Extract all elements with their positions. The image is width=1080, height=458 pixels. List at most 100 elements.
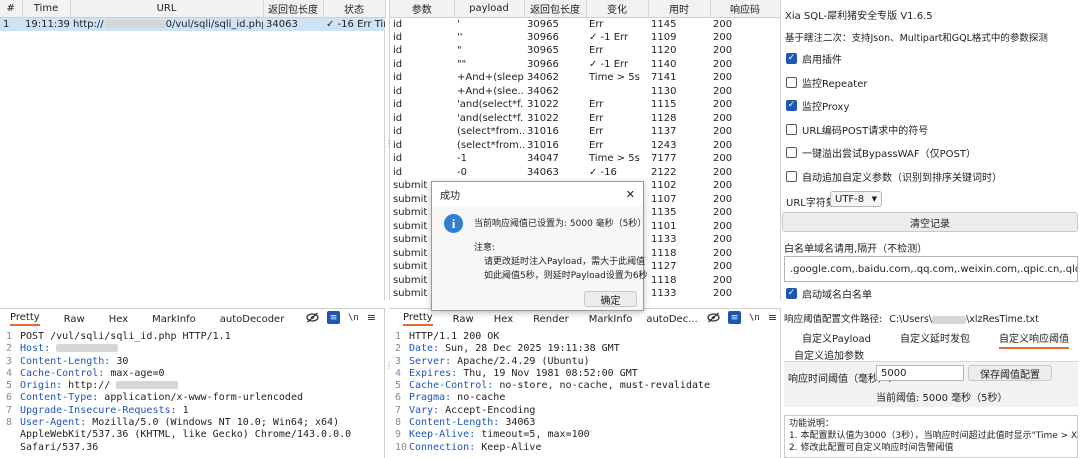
option-checkbox[interactable]: ✓ 启用插件 xyxy=(782,47,1080,71)
line-number: 8 xyxy=(395,417,402,429)
table-row[interactable]: id +And+(sleep...34062 Time > 5s 7141 200 xyxy=(390,71,780,85)
code-line: 6 Pragma: no-cache xyxy=(395,392,780,404)
history-table-panel: # Time URL 返回包长度 状态 1 19:11:39 http:// 0/… xyxy=(0,0,386,300)
cell-code: 200 xyxy=(713,180,733,192)
table-row[interactable]: id ' 30965 Err 1145 200 xyxy=(390,17,780,31)
cell-length: 34062 xyxy=(527,85,559,97)
tab-custom-params[interactable]: 自定义追加参数 xyxy=(794,347,864,362)
cell-change: Time > 5s xyxy=(589,72,640,84)
ok-button[interactable]: 确定 xyxy=(584,291,637,307)
col-code[interactable]: 响应码 xyxy=(710,0,781,18)
whitelist-input[interactable]: .google.com,.baidu.com,.qq.com,.weixin.c… xyxy=(784,256,1078,282)
whitelist-checkbox[interactable]: ✓ 启动域名白名单 xyxy=(782,282,872,306)
option-checkbox[interactable]: URL编码POST请求中的符号 xyxy=(782,118,1080,142)
table-row[interactable]: id 'and(select*f... 31022 Err 1128 200 xyxy=(390,112,780,126)
option-label: 监控Proxy xyxy=(802,102,850,114)
tab-custom-payload[interactable]: 自定义Payload xyxy=(802,330,871,345)
code-line: AppleWebKit/537.36 (KHTML, like Gecko) C… xyxy=(6,429,384,441)
header-key: Expires: xyxy=(409,367,458,379)
threshold-input[interactable]: 5000 xyxy=(876,365,964,381)
option-checkbox[interactable]: 自动追加自定义参数（识别到排序关键词时） xyxy=(782,165,1080,189)
lines-icon[interactable]: ≡ xyxy=(728,311,741,324)
tab-custom-delay[interactable]: 自定义延时发包 xyxy=(900,330,970,345)
table-row[interactable]: id (select*from... 31016 Err 1137 200 xyxy=(390,125,780,139)
save-threshold-button[interactable]: 保存阈值配置 xyxy=(968,365,1052,381)
header-value: AppleWebKit/537.36 (KHTML, like Gecko) C… xyxy=(20,429,352,441)
tab-raw[interactable]: Raw xyxy=(453,314,474,325)
tab-render[interactable]: Render xyxy=(533,314,569,325)
header-key: Origin: xyxy=(20,380,63,392)
tab-hex[interactable]: Hex xyxy=(494,314,513,325)
table-row[interactable]: id (select*from... 31016 Err 1243 200 xyxy=(390,139,780,153)
col-payload[interactable]: payload xyxy=(454,0,525,18)
menu-icon[interactable]: ≡ xyxy=(768,311,777,324)
cell-code: 200 xyxy=(713,153,733,165)
tab-hex[interactable]: Hex xyxy=(109,314,128,325)
dialog-message: 当前响应阈值已设置为: 5000 毫秒（5秒） xyxy=(474,219,647,229)
request-body[interactable]: 1 POST /vul/sqli/sqli_id.php HTTP/1.1 2 Hos… xyxy=(0,328,384,456)
tab-raw[interactable]: Raw xyxy=(64,314,85,325)
tab-autodecoder[interactable]: autoDec... xyxy=(646,314,697,325)
tab-pretty[interactable]: Pretty xyxy=(403,312,433,326)
header-key: Upgrade-Insecure-Requests: xyxy=(20,404,177,416)
eye-slash-icon[interactable] xyxy=(306,311,319,324)
col-num[interactable]: # xyxy=(0,0,23,18)
option-checkbox[interactable]: 一键溢出尝试BypassWAF（仅POST） xyxy=(782,141,1080,165)
clear-records-button[interactable]: 清空记录 xyxy=(782,212,1078,232)
col-resp-length[interactable]: 返回包长度 xyxy=(524,0,587,18)
option-checkbox[interactable]: 监控Repeater xyxy=(782,71,1080,95)
options-list: ✓ 启用插件 监控Repeater ✓ 监控Proxy URL编码POST请求中的符号 一键… xyxy=(782,47,1080,188)
code-line: 3 Server: Apache/2.4.29 (Ubuntu) xyxy=(395,356,780,368)
table-row[interactable]: id 'and(select*f... 31022 Err 1115 200 xyxy=(390,98,780,112)
header-value: 34063 xyxy=(499,417,536,429)
redacted-value xyxy=(116,381,179,390)
col-time[interactable]: Time xyxy=(22,0,71,18)
cell-payload: " xyxy=(457,45,462,57)
col-length[interactable]: 返回包长度 xyxy=(263,0,324,18)
table-row[interactable]: id '' 30966 ✓ -1 Err 1109 200 xyxy=(390,31,780,45)
cell-elapsed: 1107 xyxy=(651,193,677,205)
eye-slash-icon[interactable] xyxy=(707,311,720,324)
close-icon[interactable]: ✕ xyxy=(626,188,635,201)
header-value: http:// xyxy=(62,380,111,392)
cell-code: 200 xyxy=(713,126,733,138)
header-value: no-store, no-cache, must-revalidate xyxy=(493,380,711,392)
table-row[interactable]: 1 19:11:39 http:// 0/vul/sqli/sqli_id.php… xyxy=(0,17,385,31)
checkbox-checked-icon: ✓ xyxy=(786,288,797,300)
chevron-down-icon: ▼ xyxy=(871,195,877,203)
code-line: 8 Content-Length: 34063 xyxy=(395,417,780,429)
response-body[interactable]: 1 HTTP/1.1 200 OK 2 Date: Sun, 28 Dec 2025 … xyxy=(389,328,780,456)
row-status: ✓ -16 Err Time... xyxy=(323,17,385,31)
tab-markinfo[interactable]: MarkInfo xyxy=(589,314,633,325)
tab-autodecoder[interactable]: autoDecoder xyxy=(220,314,285,325)
table-row[interactable]: id "" 30966 ✓ -1 Err 1140 200 xyxy=(390,58,780,72)
header-key: Host: xyxy=(20,343,51,355)
table-row[interactable]: id -1 34047 Time > 5s 7177 200 xyxy=(390,152,780,166)
checkbox-empty-icon xyxy=(786,147,797,159)
tab-markinfo[interactable]: MarkInfo xyxy=(152,314,196,325)
checkbox-checked-icon: ✓ xyxy=(786,53,797,65)
cell-elapsed: 1128 xyxy=(651,112,677,124)
code-line: 9 Keep-Alive: timeout=5, max=100 xyxy=(395,429,780,441)
table-row[interactable]: id -0 34063 ✓ -16 2122 200 xyxy=(390,166,780,180)
col-url[interactable]: URL xyxy=(70,0,264,18)
lines-icon[interactable]: ≡ xyxy=(327,311,340,324)
table-row[interactable]: id " 30965 Err 1120 200 xyxy=(390,44,780,58)
cell-change: Err xyxy=(589,45,604,57)
menu-icon[interactable]: ≡ xyxy=(367,311,376,324)
cell-code: 200 xyxy=(713,31,733,43)
charset-select[interactable]: UTF-8 ▼ xyxy=(830,191,882,207)
option-checkbox[interactable]: ✓ 监控Proxy xyxy=(782,94,1080,118)
table-row[interactable]: id +And+(slee... 34062 1130 200 xyxy=(390,85,780,99)
newline-icon[interactable]: \n xyxy=(348,313,359,323)
line-number: 2 xyxy=(395,343,402,355)
vertical-splitter[interactable]: ⋮ xyxy=(385,140,393,154)
col-change[interactable]: 变化 xyxy=(586,0,649,18)
col-elapsed[interactable]: 用时 xyxy=(648,0,711,18)
tab-custom-threshold[interactable]: 自定义响应阈值 xyxy=(999,330,1069,349)
col-status[interactable]: 状态 xyxy=(323,0,386,18)
tab-pretty[interactable]: Pretty xyxy=(10,312,40,326)
cell-payload: ' xyxy=(457,18,460,30)
col-param[interactable]: 参数 xyxy=(390,0,455,18)
newline-icon[interactable]: \n xyxy=(749,313,760,323)
